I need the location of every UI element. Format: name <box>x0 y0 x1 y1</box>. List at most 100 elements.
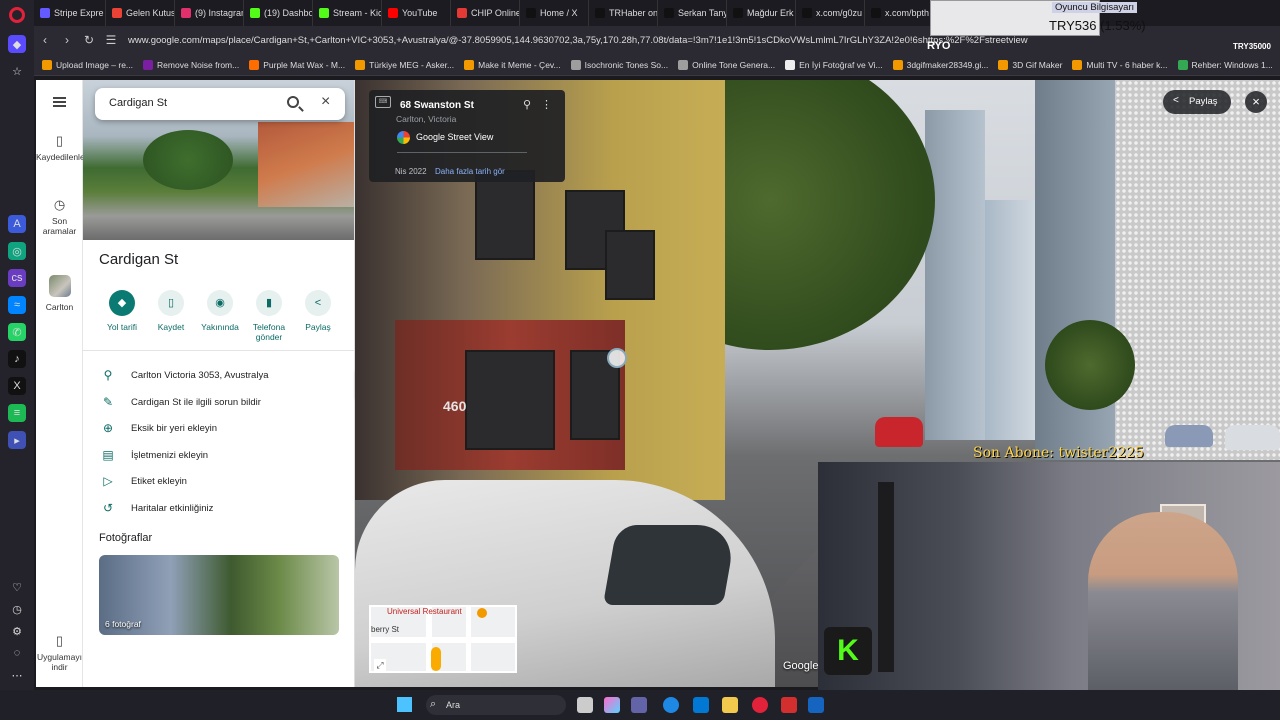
windows-start-icon[interactable] <box>397 697 412 712</box>
cs-icon[interactable]: cs <box>8 269 26 287</box>
bookmark-item[interactable]: Purple Mat Wax - M... <box>249 59 345 70</box>
task-view-icon[interactable] <box>577 697 593 713</box>
reload-icon[interactable]: ↻ <box>78 33 100 47</box>
browser-tab[interactable]: Gelen Kutusu <box>106 0 175 26</box>
store-icon[interactable] <box>693 697 709 713</box>
bookmark-item[interactable]: Make it Meme - Çev... <box>464 59 561 70</box>
browser-tab[interactable]: CHIP Online <box>451 0 520 26</box>
info-row-maps-activity[interactable]: ↺ Haritalar etkinliğiniz <box>83 497 354 521</box>
explorer-icon[interactable] <box>722 697 738 713</box>
bookmark-item[interactable]: 3dgifmaker28349.gi... <box>892 59 988 70</box>
opera-logo-icon[interactable] <box>9 7 25 23</box>
bookmark-favicon-icon <box>355 59 366 70</box>
bookmark-item[interactable]: Online Tone Genera... <box>678 59 775 70</box>
menu-icon[interactable] <box>53 97 66 107</box>
pegman-icon[interactable] <box>431 647 441 671</box>
browser-tab[interactable]: (9) Instagram <box>175 0 244 26</box>
search-icon[interactable] <box>287 96 299 108</box>
url-field[interactable]: www.google.com/maps/place/Cardigan+St,+C… <box>128 35 1280 46</box>
info-row-add-missing-place[interactable]: ⊕ Eksik bir yeri ekleyin <box>83 417 354 441</box>
browser-tab[interactable]: x.com/g0zu <box>796 0 865 26</box>
browser-tab[interactable]: YouTube <box>382 0 451 26</box>
navigation-marker[interactable] <box>607 348 627 368</box>
browser-tab[interactable]: Home / X <box>520 0 589 26</box>
streamer <box>1088 512 1238 690</box>
heart-icon[interactable]: ♡ <box>8 578 26 596</box>
workspace-icon[interactable]: ◆ <box>8 35 26 53</box>
info-row-report-issue[interactable]: ✎ Cardigan St ile ilgili sorun bildir <box>83 391 354 415</box>
more-dates-link[interactable]: Daha fazla tarih gör <box>435 167 505 176</box>
directions-label: Yol tarifi <box>107 322 137 332</box>
app-icon[interactable] <box>808 697 824 713</box>
bookmark-item[interactable]: 3D Gif Maker <box>998 59 1062 70</box>
nearby-button[interactable]: ◉ Yakınında <box>195 290 245 332</box>
share-button[interactable]: < Paylaş <box>1163 90 1231 114</box>
send-to-phone-button[interactable]: ▮ Telefona gönder <box>244 290 294 342</box>
carlton-button[interactable]: Carlton <box>36 275 83 312</box>
directions-button[interactable]: ◆ Yol tarifi <box>97 290 147 332</box>
site-info-icon[interactable]: ☰ <box>100 33 122 47</box>
bookmark-favicon-icon <box>1072 59 1083 70</box>
bookmark-favicon-icon <box>42 59 52 70</box>
edge-icon[interactable] <box>663 697 679 713</box>
bookmark-item[interactable]: En İyi Fotoğraf ve Vi... <box>785 59 883 70</box>
taskbar-search[interactable]: ⌕ Ara <box>426 695 566 715</box>
bookmark-favicon-icon <box>785 59 796 70</box>
info-row-address[interactable]: ⚲ Carlton Victoria 3053, Avustralya <box>83 364 354 388</box>
close-icon[interactable]: × <box>321 93 330 111</box>
expand-icon[interactable]: ⤢ <box>374 659 386 671</box>
messenger-icon[interactable]: ≈ <box>8 296 26 314</box>
browser-tab[interactable]: x.com/bpth <box>865 0 934 26</box>
aria-icon[interactable]: A <box>8 215 26 233</box>
star-icon[interactable]: ☆ <box>8 62 26 80</box>
settings-icon[interactable]: ⚙ <box>8 622 26 640</box>
forward-icon[interactable]: › <box>56 33 78 47</box>
bookmark-item[interactable]: Isochronic Tones So... <box>570 59 668 70</box>
whatsapp-icon[interactable]: ✆ <box>8 323 26 341</box>
info-row-add-business[interactable]: ▤ İşletmenizi ekleyin <box>83 444 354 468</box>
wps-icon[interactable] <box>781 697 797 713</box>
opera-icon[interactable] <box>752 697 768 713</box>
bookmark-item[interactable]: Multi TV - 6 haber k... <box>1072 59 1168 70</box>
more-options-icon[interactable]: ⋮ <box>541 98 552 111</box>
lightbulb-icon[interactable]: ◌ <box>8 644 26 662</box>
back-icon[interactable]: ‹ <box>34 33 56 47</box>
tab-label: x.com/bpth <box>885 8 930 18</box>
browser-tab[interactable]: Mağdur Erk <box>727 0 796 26</box>
download-app-button[interactable]: ▯ Uygulamayı indir <box>36 634 83 673</box>
browser-tab[interactable]: Stream - Kick <box>313 0 382 26</box>
place-title: Cardigan St <box>99 251 179 268</box>
history-icon[interactable]: ◷ <box>8 600 26 618</box>
bookmark-favicon-icon <box>998 59 1009 70</box>
pin-icon[interactable]: ⚲ <box>523 98 531 111</box>
kick-logo-icon: K <box>824 627 872 675</box>
tiktok-icon[interactable]: ♪ <box>8 350 26 368</box>
browser-tab[interactable]: (19) Dashbo <box>244 0 313 26</box>
keyboard-icon[interactable]: ⌨ <box>375 96 391 108</box>
browser-tab[interactable]: Stripe Expre <box>34 0 106 26</box>
bookmark-item[interactable]: Remove Noise from... <box>143 59 239 70</box>
close-street-view-icon[interactable]: × <box>1245 91 1267 113</box>
restaurant-icon[interactable] <box>477 608 487 618</box>
recent-button[interactable]: ◷ Son aramalar <box>36 198 83 237</box>
share-button[interactable]: < Paylaş <box>293 290 343 332</box>
spotify-icon[interactable]: ≡ <box>8 404 26 422</box>
mini-map[interactable]: Universal Restaurant berry St ⤢ <box>369 605 517 673</box>
player-icon[interactable]: ▸ <box>8 431 26 449</box>
copilot-icon[interactable] <box>604 697 620 713</box>
info-row-add-label[interactable]: ▷ Etiket ekleyin <box>83 470 354 494</box>
search-input[interactable]: Cardigan St <box>109 97 167 109</box>
browser-tab[interactable]: Serkan Tany <box>658 0 727 26</box>
save-button[interactable]: ▯ Kaydet <box>146 290 196 332</box>
bookmark-item[interactable]: Türkiye MEG - Asker... <box>355 59 454 70</box>
bookmark-item[interactable]: Rehber: Windows 1... <box>1177 59 1273 70</box>
restaurant-label[interactable]: Universal Restaurant <box>387 607 462 616</box>
bookmark-item[interactable]: Upload Image – re... <box>42 59 133 70</box>
chatgpt-icon[interactable]: ◎ <box>8 242 26 260</box>
teams-icon[interactable] <box>631 697 647 713</box>
browser-tab[interactable]: TRHaber on <box>589 0 658 26</box>
saved-button[interactable]: ▯ Kaydedilenler <box>36 134 88 163</box>
photo-thumbnail[interactable]: 6 fotoğraf <box>99 555 339 635</box>
more-icon[interactable]: ⋯ <box>8 666 26 684</box>
x-icon[interactable]: X <box>8 377 26 395</box>
